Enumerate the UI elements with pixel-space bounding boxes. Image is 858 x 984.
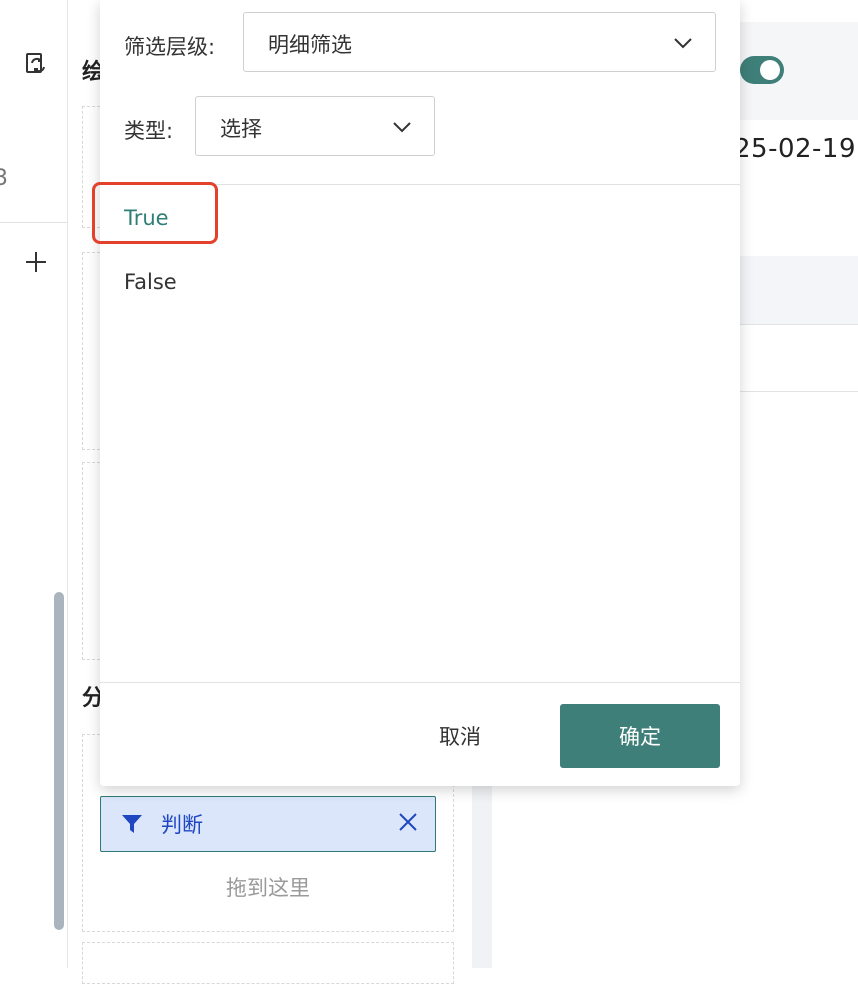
drop-zone[interactable] <box>82 942 454 984</box>
filter-chip[interactable]: 判断 <box>100 796 436 852</box>
filter-dropdown-panel: 筛选层级: 明细筛选 类型: 选择 True False <box>100 0 740 786</box>
sync-icon[interactable] <box>22 50 50 78</box>
filter-chip-label: 判断 <box>161 813 203 837</box>
option-false[interactable]: False <box>124 270 177 294</box>
type-value: 选择 <box>220 117 262 141</box>
left-rail: 3 <box>0 0 68 968</box>
type-select[interactable]: 选择 <box>195 96 435 156</box>
rail-divider <box>0 222 67 223</box>
drop-hint: 拖到这里 <box>226 876 310 900</box>
chevron-down-icon <box>674 38 692 49</box>
filter-level-select[interactable]: 明细筛选 <box>243 12 716 72</box>
chevron-down-icon <box>393 122 411 133</box>
cancel-button[interactable]: 取消 <box>412 704 508 768</box>
table-row-divider <box>740 391 858 392</box>
filter-level-label: 筛选层级: <box>124 35 216 59</box>
highlight-box <box>92 182 218 244</box>
rail-fragment-text: 3 <box>0 166 8 191</box>
table-header-row <box>740 256 858 325</box>
close-icon[interactable] <box>397 811 419 833</box>
filter-level-value: 明细筛选 <box>268 33 352 57</box>
add-icon[interactable] <box>22 248 50 276</box>
type-label: 类型: <box>124 119 174 143</box>
panel-footer-divider <box>100 682 740 683</box>
date-text: 25-02-19 <box>734 134 857 164</box>
filter-icon <box>121 813 143 835</box>
toggle-switch[interactable] <box>740 56 784 84</box>
confirm-button[interactable]: 确定 <box>560 704 720 768</box>
scrollbar[interactable] <box>54 592 64 930</box>
